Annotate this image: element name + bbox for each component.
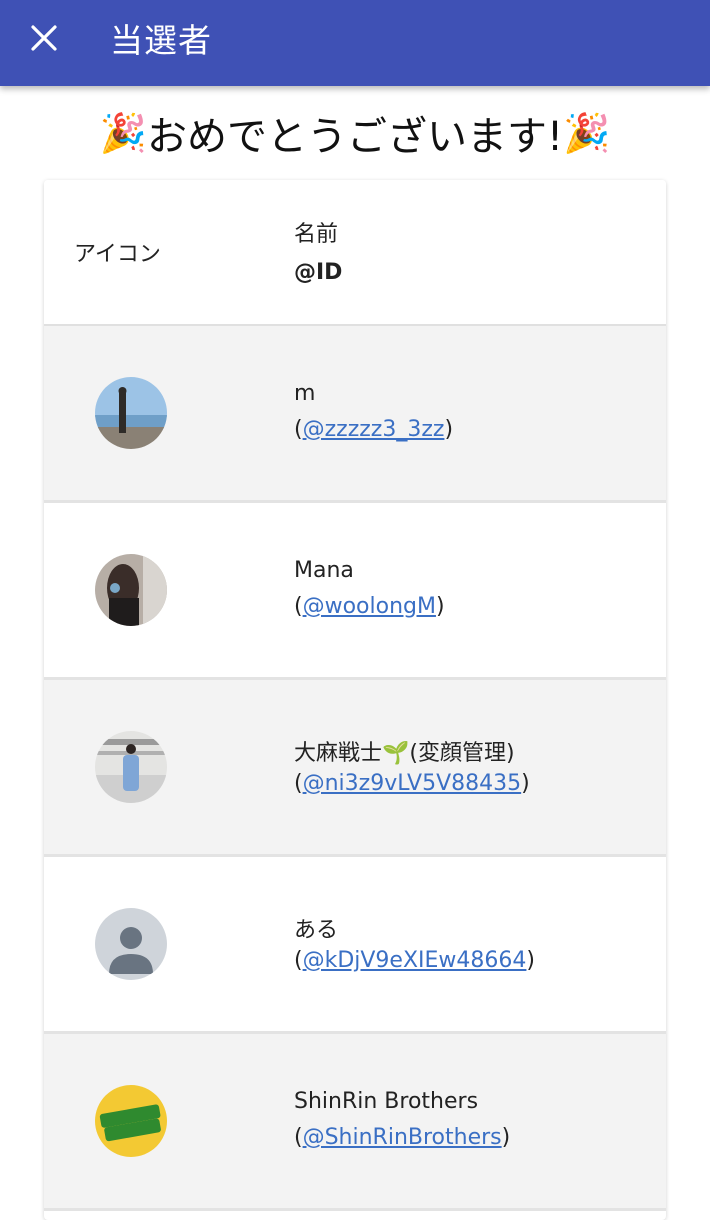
table-row: ある (@kDjV9eXIEw48664) [44, 857, 666, 1034]
user-name: Mana [294, 558, 354, 583]
user-id: (@woolongM) [294, 594, 445, 619]
table-row: m (@zzzzz3_3zz) [44, 326, 666, 503]
user-id: (@ni3z9vLV5V88435) [294, 771, 530, 796]
page-title: 当選者 [110, 21, 212, 60]
avatar[interactable] [95, 554, 167, 626]
congratulations-text: おめでとうございます! [146, 114, 564, 160]
close-button[interactable] [22, 16, 66, 60]
table-header: アイコン 名前 @ID [44, 180, 666, 326]
header-icon-label: アイコン [74, 242, 161, 267]
user-id-link[interactable]: @woolongM [303, 594, 436, 619]
winners-table: アイコン 名前 @ID m (@zzzzz3_3zz) Mana (@woolo… [44, 180, 666, 1220]
avatar-photo [95, 731, 167, 803]
close-icon [31, 25, 57, 51]
user-id-link[interactable]: @kDjV9eXIEw48664 [303, 948, 527, 973]
avatar[interactable] [95, 908, 167, 980]
table-row: 大麻戦士🌱(変顔管理) (@ni3z9vLV5V88435) [44, 680, 666, 857]
user-id: (@zzzzz3_3zz) [294, 417, 454, 442]
user-name: m [294, 381, 316, 406]
user-id-link[interactable]: @zzzzz3_3zz [303, 417, 445, 442]
avatar[interactable] [95, 1085, 167, 1157]
user-name: 大麻戦士🌱(変顔管理) [294, 741, 515, 766]
avatar[interactable] [95, 731, 167, 803]
user-id-link[interactable]: @ShinRinBrothers [303, 1125, 502, 1150]
party-popper-icon: 🎉 [563, 110, 611, 155]
avatar-photo [95, 554, 167, 626]
header-name-label: 名前 [294, 222, 339, 247]
user-id: (@kDjV9eXIEw48664) [294, 948, 536, 973]
user-id: (@ShinRinBrothers) [294, 1125, 511, 1150]
table-row: ShinRin Brothers (@ShinRinBrothers) [44, 1034, 666, 1211]
user-name: ある [294, 918, 339, 943]
party-popper-icon: 🎉 [99, 110, 147, 155]
shinrin-brothers-logo [95, 1085, 167, 1157]
congratulations-banner: 🎉 おめでとうございます! 🎉 [0, 104, 710, 162]
user-id-link[interactable]: @ni3z9vLV5V88435 [303, 771, 522, 796]
header-id-label: @ID [294, 260, 343, 285]
avatar[interactable] [95, 377, 167, 449]
app-bar: 当選者 [0, 0, 710, 86]
avatar-photo [95, 377, 167, 449]
default-user-icon [95, 908, 167, 980]
table-row: Mana (@woolongM) [44, 503, 666, 680]
user-name: ShinRin Brothers [294, 1089, 479, 1114]
